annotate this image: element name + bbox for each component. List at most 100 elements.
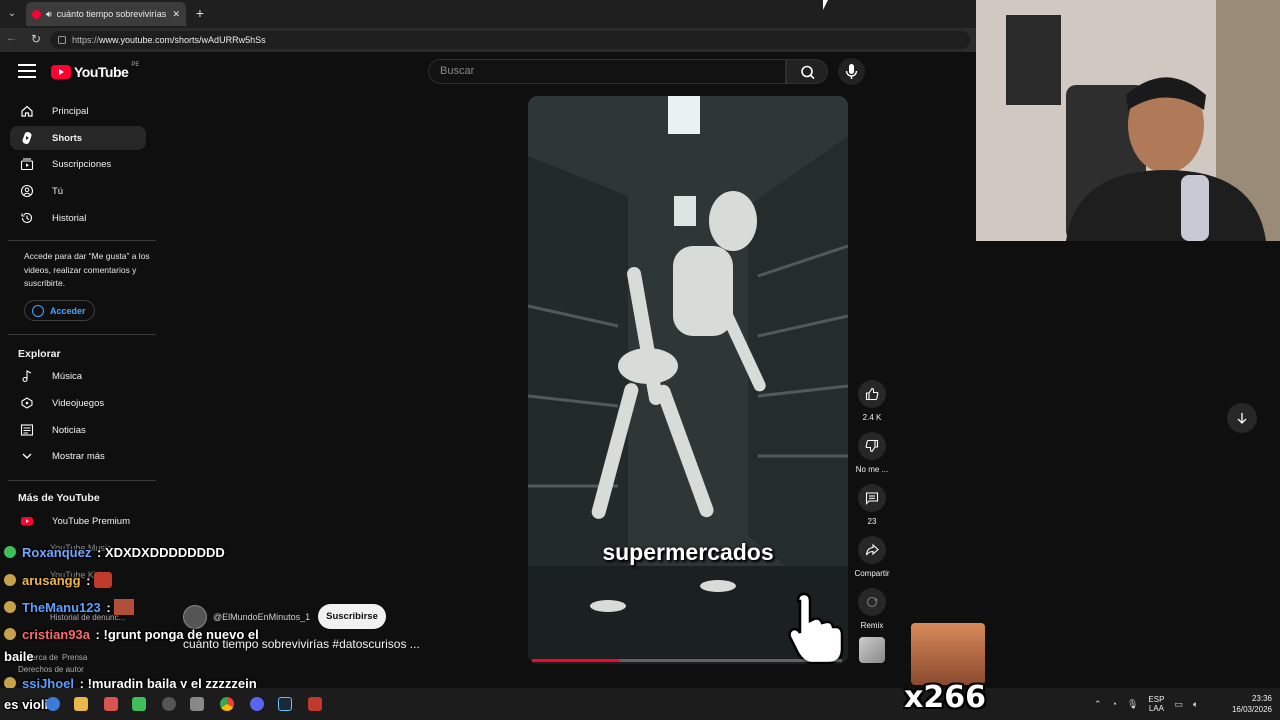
webcam-feed-image	[976, 0, 1280, 241]
tray-chevron-up-icon[interactable]: ⌃	[1094, 699, 1102, 710]
footer-link-copyright[interactable]: Derechos de autor	[18, 665, 84, 674]
app-icon[interactable]	[190, 697, 204, 711]
sound-thumbnail[interactable]	[859, 637, 885, 663]
skeleton-illustration	[528, 96, 848, 664]
next-video-button[interactable]	[1227, 403, 1257, 433]
chat-message: cristian93a : !grunt ponga de nuevo el	[4, 627, 259, 642]
url-text: https://www.youtube.com/shorts/wAdURRw5h…	[72, 35, 266, 45]
share-button[interactable]	[858, 536, 886, 564]
youtube-logo[interactable]: YouTube PE	[51, 62, 139, 80]
channel-name[interactable]: @ElMundoEnMinutos_1	[213, 612, 310, 622]
sidebar-item-mostrar-mas[interactable]: Mostrar más	[10, 444, 146, 468]
sidebar-item-videojuegos[interactable]: Videojuegos	[10, 391, 146, 415]
sidebar-item-principal[interactable]: Principal	[10, 99, 146, 123]
sidebar-item-suscripciones[interactable]: Suscripciones	[10, 152, 146, 176]
gaming-icon	[20, 396, 34, 410]
search-input[interactable]: Buscar	[428, 59, 786, 84]
comment-icon	[865, 492, 879, 505]
chat-message: Roxanquez : XDXDXDDDDDDDD	[4, 545, 225, 560]
laughing-emote-image	[911, 623, 985, 685]
footer-link-press[interactable]: Prensa	[62, 653, 87, 662]
address-bar[interactable]: https://www.youtube.com/shorts/wAdURRw5h…	[50, 31, 970, 49]
search-icon	[801, 65, 815, 80]
reload-icon[interactable]: ↻	[31, 32, 41, 46]
dislike-label: No me ...	[855, 465, 889, 474]
sidebar-item-historial[interactable]: Historial	[10, 206, 146, 230]
youtube-favicon-icon	[32, 9, 41, 19]
remix-label: Remix	[860, 621, 884, 630]
video-caption: supermercados	[602, 539, 774, 565]
speaker-icon[interactable]: 🔊︎	[46, 9, 52, 20]
home-icon	[20, 104, 34, 118]
dislike-button[interactable]	[858, 432, 886, 460]
signin-button[interactable]: Acceder	[24, 300, 95, 321]
video-progress-bar[interactable]	[532, 659, 842, 662]
file-explorer-icon[interactable]	[74, 697, 88, 711]
obs-icon[interactable]	[162, 697, 176, 711]
shorts-video-player[interactable]: supermercados	[528, 96, 848, 664]
app-icon[interactable]	[104, 697, 118, 711]
discord-icon[interactable]	[250, 697, 264, 711]
streamer-webcam	[976, 0, 1280, 241]
chat-badge-icon	[4, 628, 16, 640]
taskbar-clock[interactable]: 23:36 16/03/2026	[1222, 693, 1272, 715]
sidebar-item-tu[interactable]: Tú	[10, 179, 146, 203]
tab-list-button[interactable]: ⌄	[4, 6, 20, 22]
site-info-icon[interactable]	[58, 36, 66, 44]
steam-icon[interactable]	[278, 697, 292, 711]
arrow-down-icon	[1237, 413, 1247, 424]
chat-message: arusangg :	[4, 572, 113, 588]
youtube-premium-icon	[20, 514, 34, 528]
sidebar-divider	[8, 480, 156, 481]
display-icon[interactable]: ▭	[1174, 699, 1183, 710]
media-player-icon[interactable]	[132, 697, 146, 711]
chat-message-continued: baile	[4, 649, 34, 664]
chat-emote-icon	[94, 572, 113, 588]
app-icon[interactable]	[308, 697, 322, 711]
share-icon	[865, 543, 879, 556]
sidebar-item-musica[interactable]: Música	[10, 364, 146, 388]
tab-title: cuánto tiempo sobrevivirías #	[56, 9, 168, 19]
chevron-down-icon	[20, 449, 34, 463]
youtube-play-icon	[51, 65, 71, 79]
chat-badge-icon	[4, 546, 16, 558]
history-icon	[20, 211, 34, 225]
subscribe-button[interactable]: Suscribirse	[318, 604, 386, 629]
emote-combo-counter: x266	[904, 680, 986, 715]
music-icon	[20, 369, 34, 383]
sidebar-divider	[8, 240, 156, 241]
chat-badge-icon	[4, 601, 16, 613]
sidebar-item-shorts[interactable]: Shorts	[10, 126, 146, 150]
like-button[interactable]	[858, 380, 886, 408]
sidebar-item-noticias[interactable]: Noticias	[10, 418, 146, 442]
back-arrow-icon[interactable]: ←	[6, 32, 17, 44]
sidebar-divider	[8, 334, 156, 335]
mic-icon	[845, 64, 858, 79]
cursor-arrow-icon	[823, 0, 828, 10]
network-icon[interactable]: ◔	[1112, 699, 1117, 709]
mic-tray-icon[interactable]: 🎙︎	[1127, 699, 1138, 710]
chat-badge-icon	[4, 574, 16, 586]
input-language[interactable]: ESP LAA	[1148, 695, 1164, 713]
hamburger-menu-icon[interactable]	[18, 64, 36, 78]
chat-message: TheManu123 :	[4, 599, 135, 615]
task-view-icon[interactable]	[46, 697, 60, 711]
you-icon	[20, 184, 34, 198]
volume-icon[interactable]: 🔈︎	[1193, 699, 1198, 710]
shorts-icon	[20, 131, 34, 145]
close-tab-icon[interactable]: ✕	[172, 9, 180, 20]
news-icon	[20, 423, 34, 437]
channel-avatar[interactable]	[183, 605, 207, 629]
sidebar-item-youtube-premium[interactable]: YouTube Premium	[10, 509, 146, 533]
like-count: 2.4 K	[862, 413, 882, 422]
new-tab-button[interactable]: +	[192, 5, 208, 21]
subscriptions-icon	[20, 157, 34, 171]
comments-button[interactable]	[858, 484, 886, 512]
chat-emote-icon	[114, 599, 135, 615]
search-button[interactable]	[786, 59, 828, 84]
browser-tab[interactable]: 🔊︎ cuánto tiempo sobrevivirías # ✕	[26, 2, 186, 26]
remix-button[interactable]	[858, 588, 886, 616]
chrome-icon[interactable]	[220, 697, 234, 711]
voice-search-button[interactable]	[838, 58, 865, 85]
account-icon	[32, 304, 44, 317]
